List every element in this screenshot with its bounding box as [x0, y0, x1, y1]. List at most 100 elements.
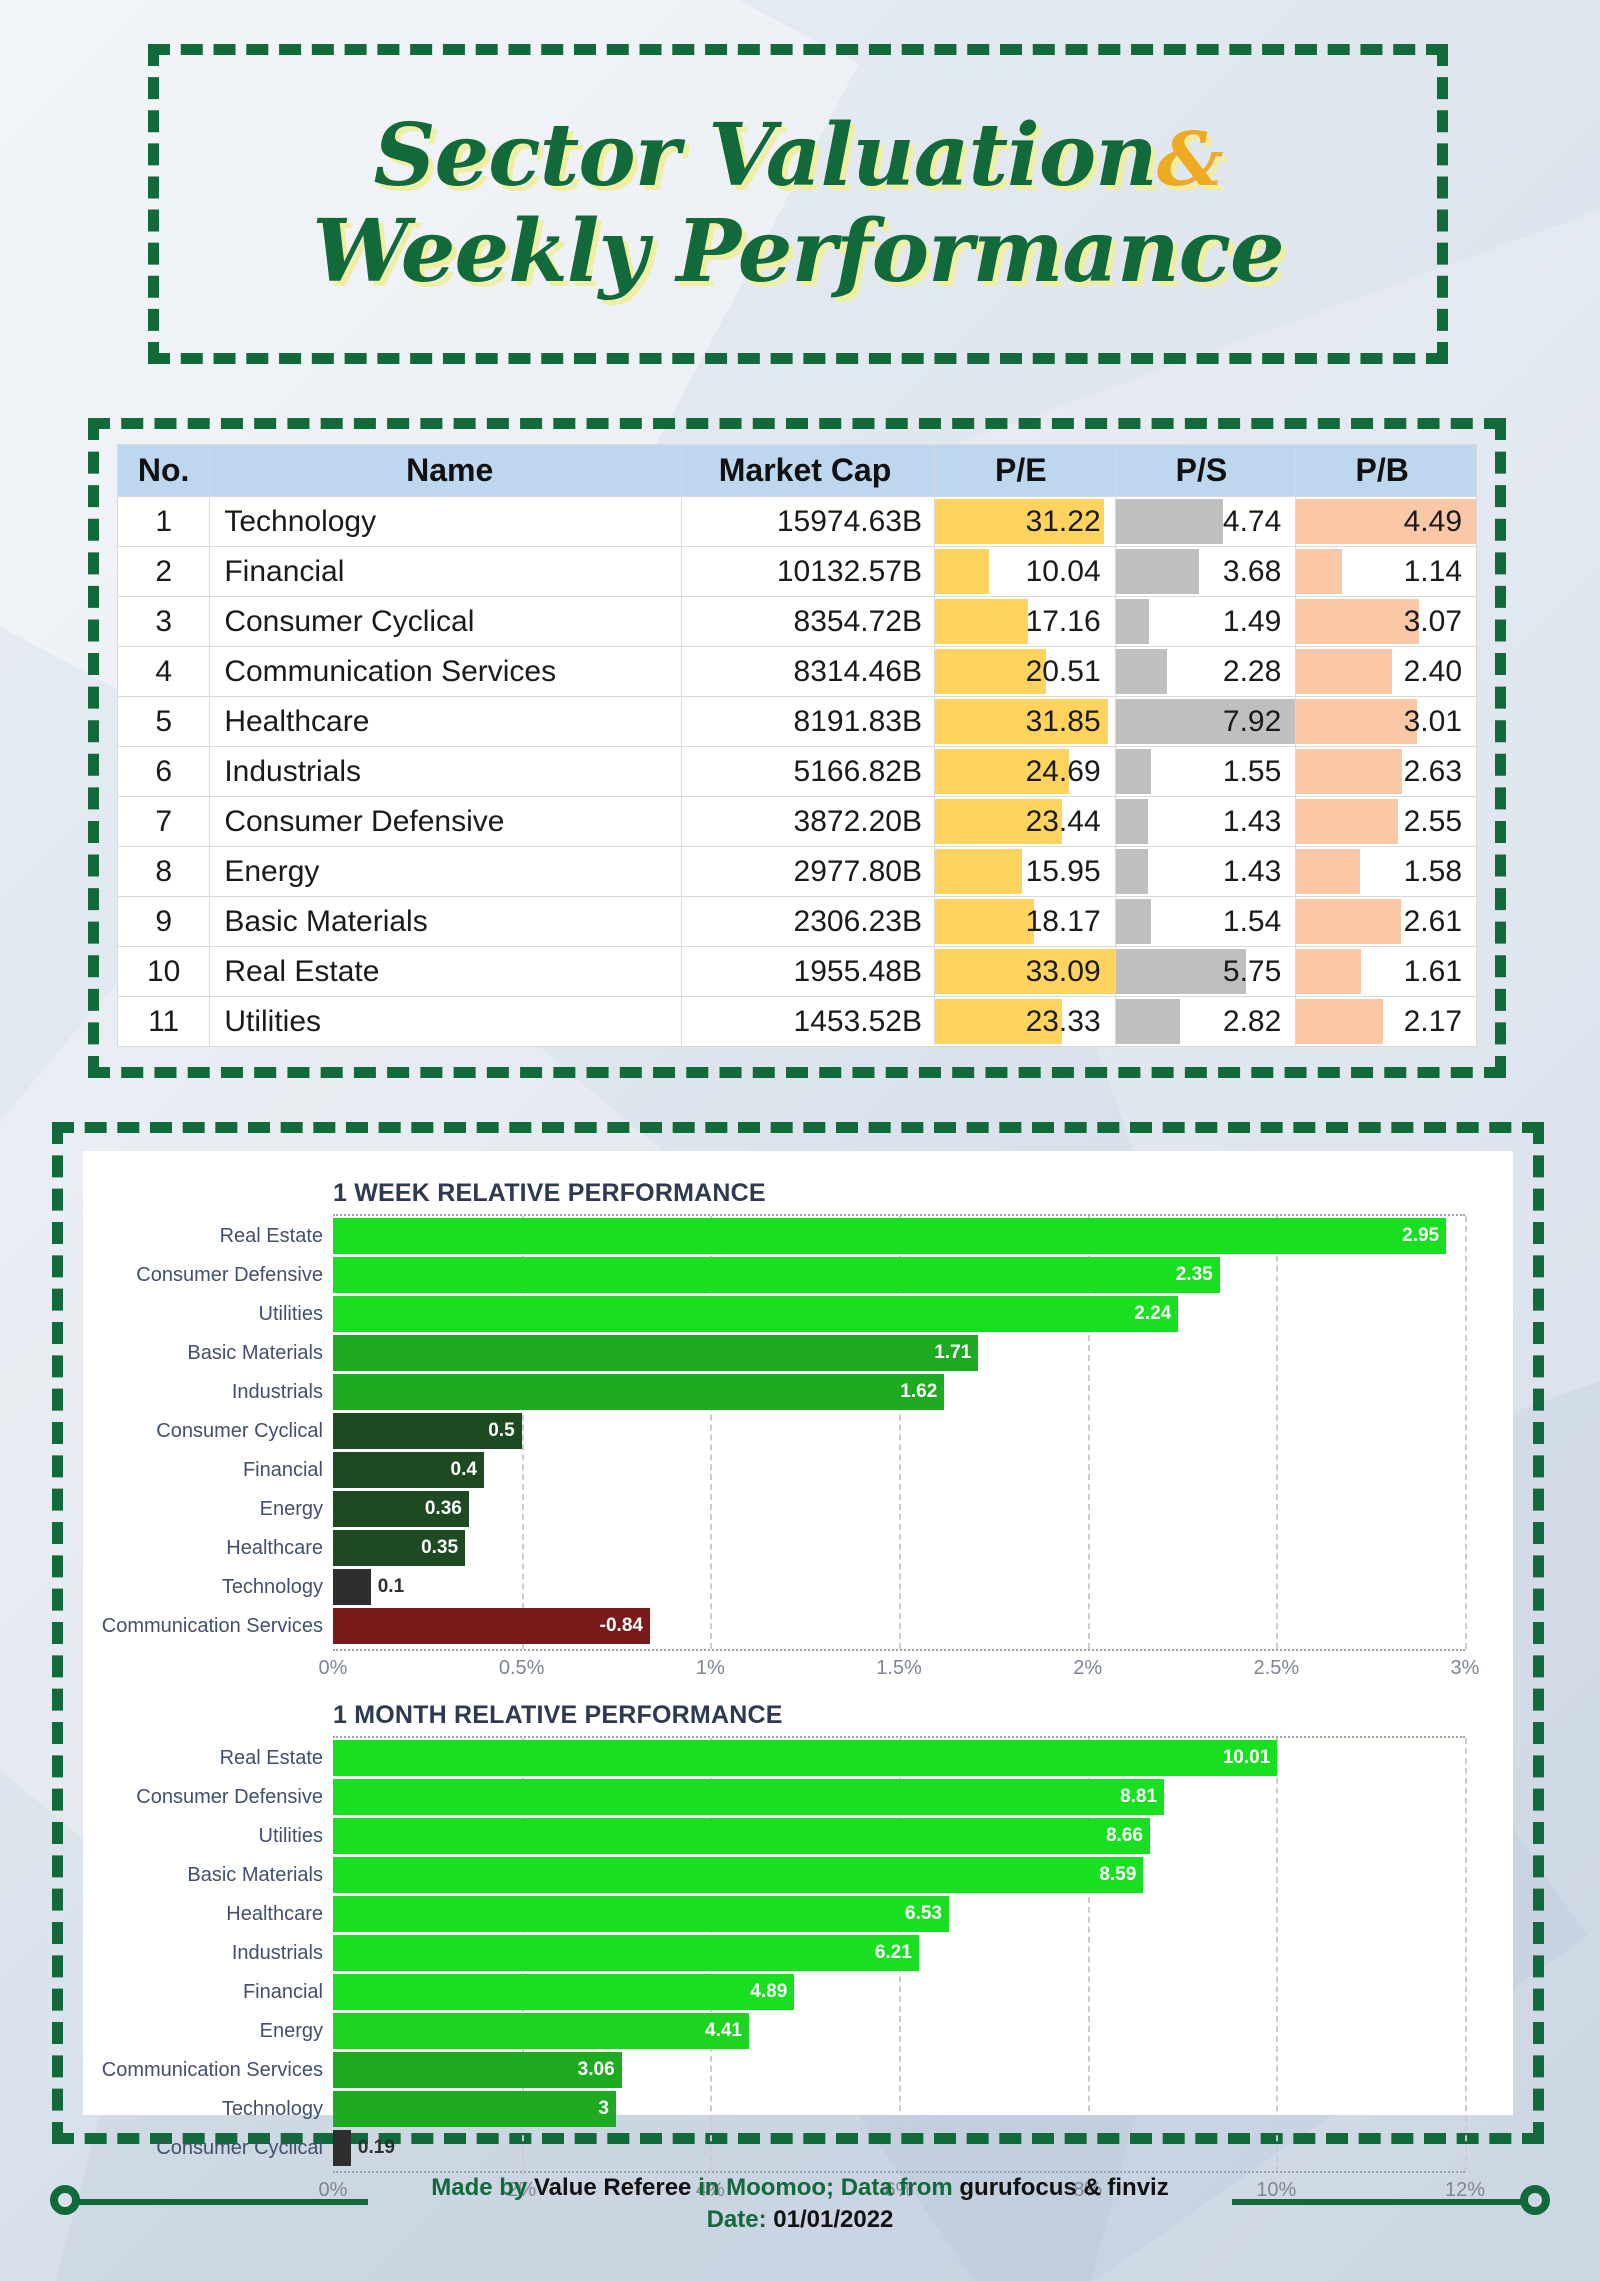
chart-category-label: Financial: [242, 1458, 323, 1481]
chart-category-label: Industrials: [231, 1380, 323, 1403]
chart-category-label: Energy: [259, 1497, 323, 1520]
table-row[interactable]: 1 Technology 15974.63B 31.22 4.74 4.49: [116, 496, 1477, 547]
data-bar: [1296, 599, 1420, 644]
cell-value: 1.43: [1222, 854, 1282, 888]
column-header-pe[interactable]: P/E: [933, 444, 1116, 497]
data-bar: [1296, 699, 1417, 744]
cell-value: 20.51: [1025, 654, 1101, 688]
cell-market-cap: 1453.52B: [681, 996, 935, 1047]
chart-bar-row[interactable]: Healthcare 6.53: [226, 1896, 1465, 1932]
table-row[interactable]: 11 Utilities 1453.52B 23.33 2.82 2.17: [116, 996, 1477, 1047]
chart-bar: 8.59: [333, 1857, 1144, 1893]
cell-pb: 3.01: [1295, 696, 1477, 747]
cell-pe: 10.04: [933, 546, 1116, 597]
cell-name: Consumer Cyclical: [209, 596, 683, 647]
chart-bar-row[interactable]: Energy 4.41: [260, 2013, 1465, 2049]
cell-name: Financial: [209, 546, 683, 597]
chart-bar-row[interactable]: Basic Materials 8.59: [187, 1857, 1465, 1893]
cell-pb: 1.58: [1295, 846, 1477, 897]
chart-bar-row[interactable]: Utilities 2.24: [259, 1296, 1465, 1332]
chart-category-label: Consumer Defensive: [136, 1263, 323, 1286]
chart-bar-row[interactable]: Industrials 6.21: [232, 1935, 1465, 1971]
chart-category-label: Basic Materials: [187, 1863, 323, 1886]
data-bar: [1296, 799, 1399, 844]
table-row[interactable]: 6 Industrials 5166.82B 24.69 1.55 2.63: [116, 746, 1477, 797]
chart-bar-row[interactable]: Healthcare 0.35: [226, 1530, 1465, 1566]
chart-bar-row[interactable]: Financial 0.4: [243, 1452, 1465, 1488]
cell-value: 2.55: [1403, 804, 1462, 838]
chart-bar-row[interactable]: Consumer Cyclical 0.5: [156, 1413, 1465, 1449]
valuation-table: No. Name Market Cap P/E P/S P/B 1 Technol…: [116, 444, 1477, 1047]
chart-bar-row[interactable]: Technology 3: [222, 2091, 1465, 2127]
chart-bar-row[interactable]: Technology 0.1: [222, 1569, 1465, 1605]
table-row[interactable]: 10 Real Estate 1955.48B 33.09 5.75 1.61: [116, 946, 1477, 997]
chart-bar-row[interactable]: Consumer Defensive 8.81: [136, 1779, 1465, 1815]
cell-ps: 3.68: [1114, 546, 1297, 597]
table-row[interactable]: 2 Financial 10132.57B 10.04 3.68 1.14: [116, 546, 1477, 597]
table-row[interactable]: 7 Consumer Defensive 3872.20B 23.44 1.43 2.55: [116, 796, 1477, 847]
chart-bar: 2.35: [333, 1257, 1220, 1293]
chart-category-label: Real Estate: [219, 1224, 323, 1247]
chart-bar-row[interactable]: Real Estate 2.95: [220, 1218, 1465, 1254]
cell-no: 11: [116, 996, 211, 1047]
cell-no: 7: [116, 796, 211, 847]
chart-week: 1 WEEK RELATIVE PERFORMANCE Real Estate 2…: [97, 1179, 1485, 1691]
cell-pb: 3.07: [1295, 596, 1477, 647]
chart-bar: 1.71: [333, 1335, 979, 1371]
chart-month-plot: Real Estate 10.01 Consumer Defensive 8.81 Ut…: [102, 1736, 1467, 2173]
table-row[interactable]: 9 Basic Materials 2306.23B 18.17 1.54 2.61: [116, 896, 1477, 947]
cell-market-cap: 3872.20B: [681, 796, 935, 847]
chart-value-label: 4.41: [705, 2020, 742, 2041]
data-bar: [1296, 849, 1360, 894]
data-bar: [935, 899, 1034, 944]
chart-bar-row[interactable]: Communication Services -0.84: [102, 1608, 1465, 1644]
cell-value: 1.61: [1403, 954, 1462, 988]
chart-category-label: Technology: [221, 2097, 323, 2120]
chart-bar: 3: [333, 2091, 616, 2127]
column-header-ps[interactable]: P/S: [1114, 444, 1297, 497]
divider-right: [1232, 2199, 1522, 2205]
cell-value: 3.01: [1403, 704, 1462, 738]
data-bar: [1296, 749, 1402, 794]
chart-value-label: 0.5: [488, 1420, 515, 1441]
chart-value-label: 2.95: [1402, 1225, 1440, 1246]
chart-bar-row[interactable]: Basic Materials 1.71: [187, 1335, 1465, 1371]
cell-name: Healthcare: [209, 696, 683, 747]
cell-pb: 2.55: [1295, 796, 1477, 847]
chart-bar-row[interactable]: Energy 0.36: [260, 1491, 1465, 1527]
chart-bar: 3.06: [333, 2052, 622, 2088]
cell-ps: 2.28: [1114, 646, 1297, 697]
chart-bar-row[interactable]: Consumer Defensive 2.35: [136, 1257, 1465, 1293]
chart-bar-row[interactable]: Financial 4.89: [243, 1974, 1465, 2010]
chart-bar-row[interactable]: Consumer Cyclical 0.19: [156, 2130, 1465, 2166]
table-row[interactable]: 5 Healthcare 8191.83B 31.85 7.92 3.01: [116, 696, 1477, 747]
chart-bar-row[interactable]: Communication Services 3.06: [102, 2052, 1465, 2088]
column-header-name[interactable]: Name: [209, 444, 683, 497]
data-bar: [1116, 749, 1151, 794]
cell-pe: 18.17: [933, 896, 1116, 947]
table-row[interactable]: 3 Consumer Cyclical 8354.72B 17.16 1.49 3.07: [116, 596, 1477, 647]
column-header-pb[interactable]: P/B: [1295, 444, 1477, 497]
chart-bar-row[interactable]: Real Estate 10.01: [220, 1740, 1465, 1776]
chart-bar-row[interactable]: Utilities 8.66: [259, 1818, 1465, 1854]
title-text-1: Sector Valuation: [373, 104, 1157, 206]
table-row[interactable]: 4 Communication Services 8314.46B 20.51 2.28…: [116, 646, 1477, 697]
cell-value: 5.75: [1222, 954, 1282, 988]
chart-bar: 0.1: [333, 1569, 404, 1605]
column-header-market-cap[interactable]: Market Cap: [681, 444, 935, 497]
chart-bar-row[interactable]: Industrials 1.62: [232, 1374, 1465, 1410]
cell-value: 23.44: [1025, 804, 1101, 838]
infographic-page: Sector Valuation& Weekly Performance No.…: [0, 0, 1600, 2281]
column-header-no[interactable]: No.: [116, 444, 211, 497]
chart-bar: 0.36: [333, 1491, 469, 1527]
ampersand-glyph: &: [1156, 116, 1224, 203]
cell-pb: 1.61: [1295, 946, 1477, 997]
chart-bar: 6.53: [333, 1896, 949, 1932]
cell-value: 15.95: [1025, 854, 1101, 888]
cell-pe: 33.09: [933, 946, 1116, 997]
cell-value: 1.54: [1222, 904, 1282, 938]
table-row[interactable]: 8 Energy 2977.80B 15.95 1.43 1.58: [116, 846, 1477, 897]
cell-no: 6: [116, 746, 211, 797]
cell-ps: 1.49: [1114, 596, 1297, 647]
cell-ps: 4.74: [1114, 496, 1297, 547]
